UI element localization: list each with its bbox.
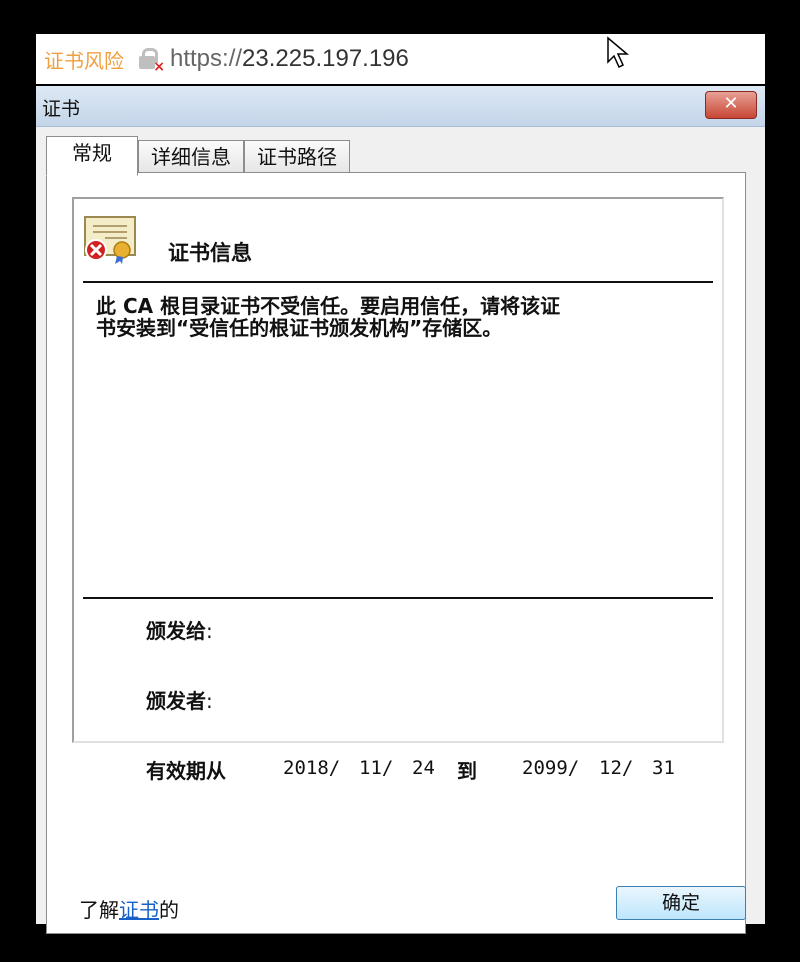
issued-to-label: 颁发给: bbox=[146, 619, 213, 643]
valid-from-label: 有效期从 bbox=[146, 759, 226, 783]
valid-to-label: 到 bbox=[457, 759, 477, 783]
ok-button[interactable]: 确定 bbox=[616, 886, 746, 920]
valid-from-year: 2018/ bbox=[283, 757, 341, 779]
valid-to-month: 12/ bbox=[599, 757, 634, 779]
certificate-info-box: 证书信息 此 CA 根目录证书不受信任。要启用信任，请将该证 书安装到“受信任的… bbox=[72, 197, 724, 783]
dialog-titlebar[interactable]: 证书 ✕ bbox=[36, 86, 765, 127]
mouse-cursor-icon bbox=[607, 36, 630, 69]
certificate-info-heading: 证书信息 bbox=[168, 241, 252, 265]
certificate-error-icon bbox=[84, 216, 136, 264]
warning-line-1: 此 CA 根目录证书不受信任。要启用信任，请将该证 bbox=[96, 294, 561, 318]
learn-more-link[interactable]: 证书 bbox=[119, 898, 159, 922]
tab-panel-general: 证书信息 此 CA 根目录证书不受信任。要启用信任，请将该证 书安装到“受信任的… bbox=[46, 172, 746, 934]
valid-from-day: 24 bbox=[412, 757, 435, 779]
certificate-risk-label[interactable]: 证书风险 bbox=[44, 45, 124, 74]
valid-from-month: 11/ bbox=[359, 757, 394, 779]
learn-more-suffix: 的 bbox=[159, 898, 179, 922]
warning-line-2: 书安装到“受信任的根证书颁发机构”存储区。 bbox=[96, 316, 503, 340]
certificate-dialog: 证书 ✕ 常规 详细信息 证书路径 证书信息 此 CA 根目录证书不受信任。要启… bbox=[36, 86, 765, 934]
url-host: 23.225.197.196 bbox=[242, 45, 409, 72]
url-text[interactable]: https://23.225.197.196 bbox=[170, 45, 409, 73]
dialog-title: 证书 bbox=[42, 98, 81, 120]
learn-more-prefix: 了解 bbox=[79, 898, 119, 922]
browser-address-bar[interactable]: 证书风险 × https://23.225.197.196 bbox=[36, 34, 765, 84]
issued-by-label: 颁发者: bbox=[146, 689, 213, 713]
close-button[interactable]: ✕ bbox=[705, 91, 757, 119]
valid-to-day: 31 bbox=[652, 757, 675, 779]
divider-bottom bbox=[83, 597, 713, 599]
learn-more-text: 了解证书的 bbox=[79, 894, 179, 923]
tab-details[interactable]: 详细信息 bbox=[138, 140, 244, 175]
valid-to-year: 2099/ bbox=[522, 757, 580, 779]
url-scheme: https:// bbox=[170, 45, 243, 72]
untrusted-warning-text: 此 CA 根目录证书不受信任。要启用信任，请将该证 书安装到“受信任的根证书颁发… bbox=[96, 295, 696, 339]
divider-top bbox=[83, 281, 713, 283]
tab-general[interactable]: 常规 bbox=[46, 136, 138, 176]
tab-certification-path[interactable]: 证书路径 bbox=[244, 140, 350, 175]
broken-lock-icon[interactable]: × bbox=[136, 46, 165, 75]
